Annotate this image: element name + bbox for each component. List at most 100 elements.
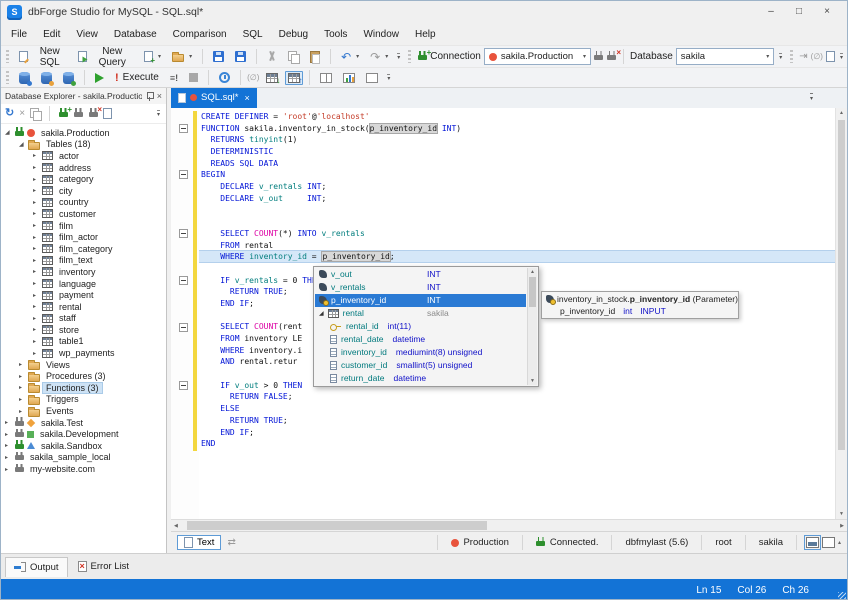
collapsed-arrow-icon[interactable]: ▸ bbox=[33, 245, 42, 252]
horizontal-scrollbar[interactable]: ◀ ▶ bbox=[171, 519, 847, 531]
collapsed-arrow-icon[interactable]: ▸ bbox=[33, 164, 42, 171]
scrollbar-thumb[interactable] bbox=[529, 277, 536, 307]
swap-view-icon[interactable]: ⇄ bbox=[227, 538, 235, 548]
code-line-4[interactable]: DETERMINISTIC bbox=[201, 146, 835, 158]
completion-item-v_out[interactable]: v_outINT bbox=[315, 268, 526, 281]
tree-item-inventory[interactable]: ▸inventory bbox=[1, 266, 166, 278]
fold-collapse-box[interactable] bbox=[179, 170, 188, 179]
stop-button[interactable] bbox=[185, 72, 202, 83]
run-button[interactable] bbox=[91, 72, 108, 84]
code-line-26[interactable]: ELSE bbox=[201, 403, 835, 415]
code-line-3[interactable]: RETURNS tinyint(1) bbox=[201, 134, 835, 146]
dropdown-icon[interactable]: ▾ bbox=[158, 53, 161, 60]
tab-error-list[interactable]: Error List bbox=[70, 557, 138, 576]
completion-list[interactable]: v_outINTv_rentalsINTp_inventory_idINT◢re… bbox=[315, 268, 526, 385]
collapsed-arrow-icon[interactable]: ▸ bbox=[33, 350, 42, 357]
fold-collapse-box[interactable] bbox=[179, 229, 188, 238]
expanded-arrow-icon[interactable]: ◢ bbox=[319, 310, 324, 317]
scroll-left-icon[interactable]: ◀ bbox=[174, 523, 178, 529]
tree-item-sakila-development[interactable]: ▸sakila.Development bbox=[1, 428, 166, 440]
redo-button[interactable]: ↷ ▾ bbox=[366, 50, 392, 64]
tree-item-address[interactable]: ▸address bbox=[1, 162, 166, 174]
tab-sql-sql[interactable]: SQL.sql* × bbox=[171, 88, 257, 108]
rename-icon[interactable] bbox=[826, 51, 835, 62]
new-query-button[interactable]: New Query bbox=[74, 45, 137, 69]
tree-item-views[interactable]: ▸Views bbox=[1, 359, 166, 371]
open-file-button[interactable]: ▾ bbox=[168, 50, 196, 63]
layout-button[interactable] bbox=[316, 72, 336, 84]
code-line-25[interactable]: RETURN FALSE; bbox=[201, 391, 835, 403]
collapsed-arrow-icon[interactable]: ▸ bbox=[5, 466, 14, 473]
code-line-7[interactable]: DECLARE v_rentals INT; bbox=[201, 181, 835, 193]
toolbar-grip[interactable] bbox=[790, 50, 793, 63]
stop-refresh-icon[interactable]: × bbox=[19, 109, 25, 119]
menu-file[interactable]: File bbox=[3, 26, 35, 43]
connection-select[interactable]: sakila.Production ▾ bbox=[484, 48, 591, 65]
collapsed-arrow-icon[interactable]: ▸ bbox=[33, 292, 42, 299]
maximize-button[interactable]: □ bbox=[785, 2, 813, 22]
text-view-button[interactable]: Text bbox=[177, 535, 221, 550]
vertical-scrollbar[interactable]: ▲ ▼ bbox=[835, 108, 847, 519]
collapsed-arrow-icon[interactable]: ▸ bbox=[33, 199, 42, 206]
explorer-tree[interactable]: ◢sakila.Production◢Tables (18)▸actor▸add… bbox=[1, 124, 166, 553]
collapsed-arrow-icon[interactable]: ▸ bbox=[5, 454, 14, 461]
tree-item-events[interactable]: ▸Events bbox=[1, 405, 166, 417]
tree-item-sakila-production[interactable]: ◢sakila.Production bbox=[1, 127, 166, 139]
undo-button[interactable]: ↶ ▾ bbox=[337, 50, 363, 64]
collapsed-arrow-icon[interactable]: ▸ bbox=[5, 442, 14, 449]
collapsed-arrow-icon[interactable]: ▸ bbox=[33, 326, 42, 333]
go-to-icon[interactable]: ⇥ bbox=[799, 52, 807, 62]
new-connection-icon[interactable]: + bbox=[58, 108, 68, 119]
code-line-8[interactable]: DECLARE v_out INT; bbox=[201, 193, 835, 205]
tree-item-sakila-test[interactable]: ▸sakila.Test bbox=[1, 417, 166, 429]
pin-icon[interactable] bbox=[146, 92, 153, 101]
minimize-button[interactable]: – bbox=[757, 2, 785, 22]
query-history-button[interactable] bbox=[215, 71, 234, 84]
menu-database[interactable]: Database bbox=[106, 26, 165, 43]
menu-view[interactable]: View bbox=[68, 26, 106, 43]
toolbar-overflow-icon[interactable]: ▾ bbox=[840, 53, 843, 61]
toolbar-grip[interactable] bbox=[6, 50, 9, 63]
toolbar-overflow-icon[interactable]: ▾ bbox=[397, 53, 400, 61]
scroll-down-icon[interactable]: ▼ bbox=[836, 511, 847, 517]
database-sync-button[interactable] bbox=[59, 71, 78, 85]
duplicate-icon[interactable] bbox=[30, 108, 41, 119]
completion-scrollbar[interactable]: ▲ ▼ bbox=[527, 268, 537, 385]
dropdown-icon[interactable]: ▾ bbox=[385, 53, 388, 60]
new-document-button[interactable]: ▾ bbox=[140, 50, 165, 63]
fold-collapse-box[interactable] bbox=[179, 276, 188, 285]
database-edit-button[interactable] bbox=[37, 71, 56, 85]
fold-collapse-box[interactable] bbox=[179, 124, 188, 133]
menu-tools[interactable]: Tools bbox=[316, 26, 355, 43]
show-results-pane-toggle[interactable] bbox=[806, 537, 819, 548]
collapsed-arrow-icon[interactable]: ▸ bbox=[19, 384, 28, 391]
scroll-right-icon[interactable]: ▶ bbox=[840, 523, 844, 529]
menu-debug[interactable]: Debug bbox=[271, 26, 316, 43]
connect-icon[interactable] bbox=[73, 108, 83, 119]
new-connection-icon[interactable]: + bbox=[417, 51, 427, 62]
tree-item-wp-payments[interactable]: ▸wp_payments bbox=[1, 347, 166, 359]
disconnect-icon[interactable]: × bbox=[607, 51, 617, 62]
code-line-28[interactable]: END IF; bbox=[201, 427, 835, 439]
scrollbar-thumb[interactable] bbox=[187, 521, 487, 530]
code-line-29[interactable]: END bbox=[201, 438, 835, 450]
tree-item-sakila-sandbox[interactable]: ▸sakila.Sandbox bbox=[1, 440, 166, 452]
collapsed-arrow-icon[interactable]: ▸ bbox=[33, 268, 42, 275]
tab-list-dropdown-icon[interactable]: ▾ bbox=[810, 93, 813, 102]
collapsed-arrow-icon[interactable]: ▸ bbox=[19, 373, 28, 380]
completion-item-inventory_id[interactable]: inventory_idmediumint(8) unsigned bbox=[315, 346, 526, 359]
tree-item-rental[interactable]: ▸rental bbox=[1, 301, 166, 313]
new-window-button[interactable] bbox=[362, 72, 382, 84]
code-line-27[interactable]: RETURN TRUE; bbox=[201, 415, 835, 427]
tree-item-functions-3-[interactable]: ▸Functions (3) bbox=[1, 382, 166, 394]
connect-icon[interactable] bbox=[594, 51, 604, 62]
completion-item-return_date[interactable]: return_datedatetime bbox=[315, 372, 526, 385]
scroll-up-icon[interactable]: ▲ bbox=[836, 110, 847, 116]
tree-item-table1[interactable]: ▸table1 bbox=[1, 336, 166, 348]
completion-item-p_inventory_id[interactable]: p_inventory_idINT bbox=[315, 294, 526, 307]
collapsed-arrow-icon[interactable]: ▸ bbox=[19, 396, 28, 403]
toolbar-overflow-icon[interactable]: ▾ bbox=[779, 53, 782, 61]
fold-collapse-box[interactable] bbox=[179, 323, 188, 332]
completion-item-rental_date[interactable]: rental_datedatetime bbox=[315, 333, 526, 346]
tree-item-country[interactable]: ▸country bbox=[1, 197, 166, 209]
